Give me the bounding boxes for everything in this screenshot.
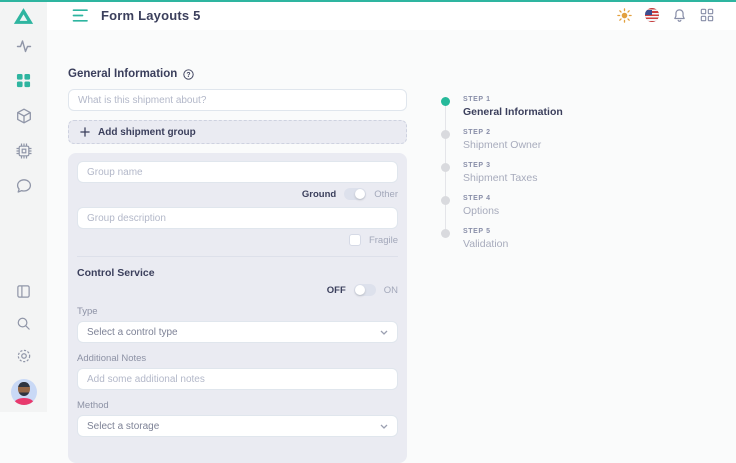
help-question-icon[interactable]: ? [183,69,194,80]
app-logo-icon[interactable] [13,7,34,25]
step-text: STEP 2 Shipment Owner [463,129,541,162]
theme-sun-icon[interactable] [617,8,632,23]
group-name-input[interactable] [77,161,398,183]
avatar-shirt [14,398,34,405]
control-service-toggle[interactable] [354,284,376,296]
step-text: STEP 1 General Information [463,96,563,129]
activity-icon[interactable] [15,37,32,54]
page-title: Form Layouts 5 [101,8,201,23]
off-on-toggle-row: OFF ON [77,284,398,296]
ground-other-toggle[interactable] [344,188,366,200]
step-label: STEP 3 [463,162,538,169]
chevron-down-icon [380,330,388,335]
step-title: Validation [463,238,508,250]
method-select[interactable]: Select a storage [77,415,398,437]
settings-gear-icon[interactable] [15,347,32,364]
top-accent-bar [0,0,736,2]
user-avatar[interactable] [11,379,37,405]
menu-toggle-icon[interactable] [72,8,89,23]
step-dot[interactable] [441,196,450,205]
additional-notes-label: Additional Notes [77,353,398,364]
toggle-knob [355,285,365,295]
header-bar: Form Layouts 5 [47,0,736,30]
step-label: STEP 2 [463,129,541,136]
shipment-about-input[interactable] [68,89,407,111]
type-label: Type [77,306,398,317]
step-title: Shipment Owner [463,139,541,151]
step-text: STEP 3 Shipment Taxes [463,162,538,195]
ground-other-toggle-row: Ground Other [77,188,398,200]
stepper-step-3[interactable]: STEP 3 Shipment Taxes [441,162,563,195]
stepper-step-5[interactable]: STEP 5 Validation [441,228,563,261]
plus-icon [80,127,90,137]
step-label: STEP 5 [463,228,508,235]
control-service-title: Control Service [77,267,398,279]
language-flag-icon[interactable] [645,8,659,22]
control-type-value: Select a control type [87,327,178,338]
card-divider [77,256,398,257]
fragile-label: Fragile [369,235,398,246]
docs-panel-icon[interactable] [15,283,32,300]
shipment-group-card: Ground Other Fragile Control Service OFF [68,153,407,463]
chip-icon[interactable] [15,142,32,159]
fragile-row: Fragile [77,234,398,246]
step-dot[interactable] [441,130,450,139]
svg-text:?: ? [187,71,191,78]
stepper-step-1[interactable]: STEP 1 General Information [441,96,563,129]
step-label: STEP 1 [463,96,563,103]
box-icon[interactable] [15,107,32,124]
section-title: General Information [68,68,177,80]
form-column: General Information ? Add shipment group [68,30,407,463]
step-dot[interactable] [441,97,450,106]
step-title: Shipment Taxes [463,172,538,184]
chat-icon[interactable] [15,177,32,194]
stepper-step-2[interactable]: STEP 2 Shipment Owner [441,129,563,162]
step-text: STEP 5 Validation [463,228,508,261]
search-icon[interactable] [15,315,32,332]
avatar-face [18,382,30,396]
control-type-select[interactable]: Select a control type [77,321,398,343]
components-icon[interactable] [15,72,32,89]
group-description-input[interactable] [77,207,398,229]
header-actions [617,8,714,23]
apps-grid-icon[interactable] [700,8,714,22]
chevron-down-icon [380,424,388,429]
method-label: Method [77,400,398,411]
step-dot[interactable] [441,229,450,238]
step-label: STEP 4 [463,195,499,202]
section-header: General Information ? [68,68,407,80]
ground-label: Ground [302,189,336,200]
stepper-step-4[interactable]: STEP 4 Options [441,195,563,228]
add-shipment-group-label: Add shipment group [98,127,196,138]
toggle-knob [355,189,365,199]
app-window: Form Layouts 5 General Information [0,0,736,412]
notifications-bell-icon[interactable] [672,8,687,23]
step-title: Options [463,205,499,217]
on-label: ON [384,285,398,296]
sidebar-nav [15,37,32,194]
sidebar [0,0,47,412]
fragile-checkbox[interactable] [349,234,361,246]
method-value: Select a storage [87,421,159,432]
off-label: OFF [327,285,346,296]
additional-notes-input[interactable] [77,368,398,390]
page-content: General Information ? Add shipment group [47,30,736,412]
main-area: Form Layouts 5 General Information [47,0,736,412]
other-label: Other [374,189,398,200]
add-shipment-group-button[interactable]: Add shipment group [68,120,407,144]
step-dot[interactable] [441,163,450,172]
wizard-stepper: STEP 1 General Information STEP 2 Shipme… [441,96,563,261]
step-title: General Information [463,106,563,118]
step-text: STEP 4 Options [463,195,499,228]
sidebar-bottom-nav [11,283,37,412]
